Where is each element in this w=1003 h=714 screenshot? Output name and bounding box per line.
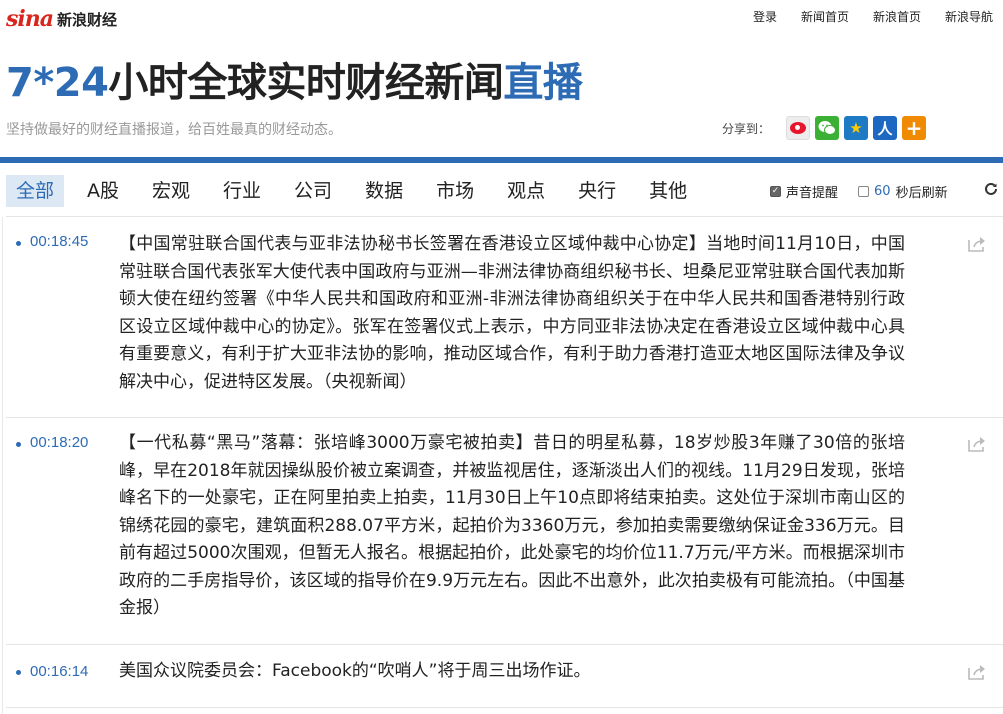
timeline-dot — [16, 670, 21, 675]
share-label: 分享到： — [722, 121, 771, 136]
item-divider — [6, 644, 1003, 645]
news-text: 【一代私募“黑马”落幕：张培峰3000万豪宅被拍卖】昔日的明星私募，18岁炒股3… — [119, 433, 905, 618]
tab-data[interactable]: 数据 — [355, 175, 413, 207]
share-bar: 分享到： ★ 人 + — [722, 116, 931, 140]
title-suffix: 直播 — [503, 60, 583, 106]
top-nav: 登录 新闻首页 新浪首页 新浪导航 — [729, 8, 993, 25]
share-icon[interactable] — [967, 663, 987, 681]
qzone-icon[interactable]: ★ — [844, 116, 869, 140]
page-title: 7*24小时全球实时财经新闻直播 — [6, 50, 583, 108]
timeline-line — [2, 217, 3, 714]
tab-all[interactable]: 全部 — [6, 175, 65, 207]
timeline-dot — [16, 241, 21, 246]
refresh-seconds: 60 — [874, 184, 891, 199]
news-home-link[interactable]: 新闻首页 — [801, 8, 849, 25]
timeline-dot — [16, 442, 21, 447]
sina-logo-mark: sina — [6, 6, 54, 32]
page-subtitle: 坚持做最好的财经直播报道，给百姓最真的财经动态。 — [6, 122, 342, 138]
auto-refresh-checkbox[interactable] — [858, 186, 870, 197]
news-text: 美国众议院委员会：Facebook的“吹哨人”将于周三出场作证。 — [119, 661, 591, 681]
news-text: 【中国常驻联合国代表与亚非法协秘书长签署在香港设立区域仲裁中心协定】当地时间11… — [119, 234, 905, 392]
tab-other[interactable]: 其他 — [639, 175, 697, 207]
sound-alert-toggle[interactable]: ✓ 声音提醒 — [770, 182, 838, 201]
sina-home-link[interactable]: 新浪首页 — [873, 8, 921, 25]
renren-icon[interactable]: 人 — [873, 116, 898, 140]
tab-a-shares[interactable]: A股 — [77, 175, 129, 207]
title-main: 小时全球实时财经新闻 — [108, 60, 504, 106]
sina-finance-logo[interactable]: sina 新浪财经 — [6, 6, 117, 32]
weibo-icon[interactable] — [786, 116, 811, 140]
item-divider — [6, 417, 1003, 418]
refresh-icon[interactable] — [984, 182, 998, 200]
auto-refresh-toggle[interactable]: 60 秒后刷新 — [858, 182, 948, 201]
tab-market[interactable]: 市场 — [426, 175, 484, 207]
tab-central-bank[interactable]: 央行 — [568, 175, 626, 207]
sound-alert-label: 声音提醒 — [786, 186, 839, 201]
header-divider — [0, 157, 1003, 163]
title-prefix: 7*24 — [6, 60, 109, 106]
options-bar: ✓ 声音提醒 60 秒后刷新 — [770, 182, 968, 201]
news-time: 00:18:45 — [30, 233, 89, 250]
tab-opinion[interactable]: 观点 — [497, 175, 555, 207]
more-icon[interactable]: + — [902, 116, 927, 140]
tabs-divider — [6, 216, 1003, 217]
news-time: 00:18:20 — [30, 434, 89, 451]
tab-company[interactable]: 公司 — [284, 175, 342, 207]
share-icon[interactable] — [967, 235, 987, 253]
sound-alert-checkbox[interactable]: ✓ — [770, 186, 781, 197]
item-divider — [6, 707, 1003, 708]
category-tabs: 全部 A股 宏观 行业 公司 数据 市场 观点 央行 其他 — [6, 175, 710, 207]
login-link[interactable]: 登录 — [753, 8, 777, 25]
refresh-label: 秒后刷新 — [895, 186, 948, 201]
sina-nav-link[interactable]: 新浪导航 — [945, 8, 993, 25]
wechat-icon[interactable] — [815, 116, 840, 140]
tab-macro[interactable]: 宏观 — [142, 175, 200, 207]
top-bar: sina 新浪财经 登录 新闻首页 新浪首页 新浪导航 — [0, 0, 1003, 36]
tab-industry[interactable]: 行业 — [213, 175, 271, 207]
share-icon[interactable] — [967, 435, 987, 453]
news-time: 00:16:14 — [30, 663, 89, 680]
brand-name: 新浪财经 — [57, 10, 118, 29]
